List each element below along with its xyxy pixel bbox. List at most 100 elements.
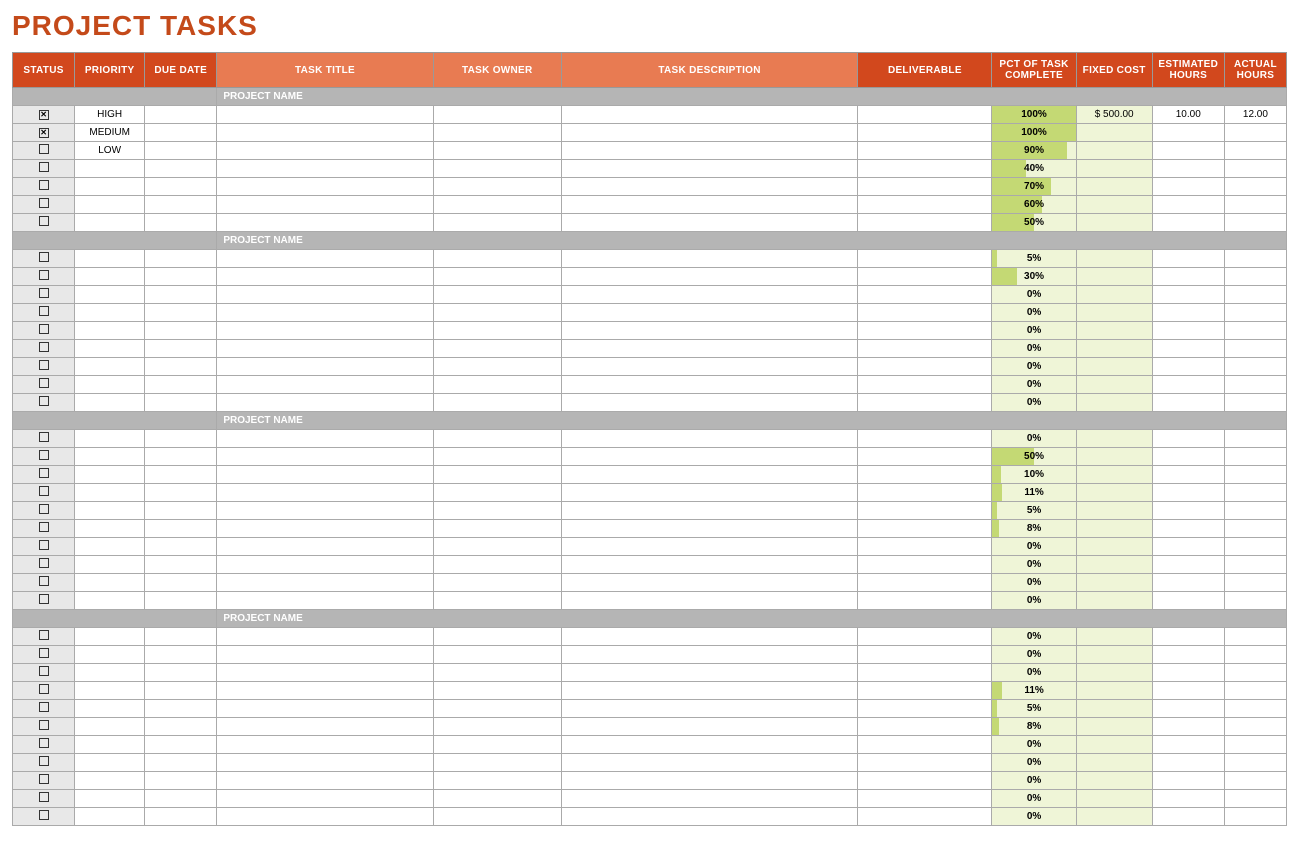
fixed-cost-cell[interactable] xyxy=(1076,754,1152,772)
task-owner-cell[interactable] xyxy=(433,736,561,754)
status-cell[interactable] xyxy=(13,214,75,232)
task-owner-cell[interactable] xyxy=(433,124,561,142)
status-cell[interactable] xyxy=(13,574,75,592)
fixed-cost-cell[interactable] xyxy=(1076,700,1152,718)
deliverable-cell[interactable] xyxy=(858,430,992,448)
checkbox-icon[interactable] xyxy=(39,522,49,532)
task-desc-cell[interactable] xyxy=(561,574,857,592)
deliverable-cell[interactable] xyxy=(858,502,992,520)
fixed-cost-cell[interactable] xyxy=(1076,196,1152,214)
act-hours-cell[interactable] xyxy=(1224,628,1286,646)
task-owner-cell[interactable] xyxy=(433,160,561,178)
task-owner-cell[interactable] xyxy=(433,574,561,592)
task-owner-cell[interactable] xyxy=(433,394,561,412)
deliverable-cell[interactable] xyxy=(858,682,992,700)
deliverable-cell[interactable] xyxy=(858,178,992,196)
pct-complete-cell[interactable]: 100% xyxy=(992,124,1076,142)
pct-complete-cell[interactable]: 0% xyxy=(992,664,1076,682)
task-owner-cell[interactable] xyxy=(433,718,561,736)
pct-complete-cell[interactable]: 0% xyxy=(992,322,1076,340)
due-date-cell[interactable] xyxy=(145,682,217,700)
due-date-cell[interactable] xyxy=(145,448,217,466)
task-title-cell[interactable] xyxy=(217,664,433,682)
act-hours-cell[interactable] xyxy=(1224,754,1286,772)
checkbox-icon[interactable] xyxy=(39,774,49,784)
deliverable-cell[interactable] xyxy=(858,214,992,232)
pct-complete-cell[interactable]: 0% xyxy=(992,808,1076,826)
status-cell[interactable] xyxy=(13,376,75,394)
checkbox-icon[interactable] xyxy=(39,558,49,568)
fixed-cost-cell[interactable] xyxy=(1076,124,1152,142)
priority-cell[interactable] xyxy=(75,790,145,808)
task-title-cell[interactable] xyxy=(217,718,433,736)
priority-cell[interactable]: HIGH xyxy=(75,106,145,124)
pct-complete-cell[interactable]: 8% xyxy=(992,520,1076,538)
priority-cell[interactable] xyxy=(75,358,145,376)
status-cell[interactable] xyxy=(13,700,75,718)
task-owner-cell[interactable] xyxy=(433,358,561,376)
fixed-cost-cell[interactable] xyxy=(1076,502,1152,520)
task-title-cell[interactable] xyxy=(217,520,433,538)
pct-complete-cell[interactable]: 0% xyxy=(992,538,1076,556)
task-title-cell[interactable] xyxy=(217,376,433,394)
checkbox-icon[interactable] xyxy=(39,378,49,388)
checkbox-icon[interactable] xyxy=(39,504,49,514)
priority-cell[interactable] xyxy=(75,646,145,664)
priority-cell[interactable] xyxy=(75,250,145,268)
checkbox-icon[interactable] xyxy=(39,324,49,334)
due-date-cell[interactable] xyxy=(145,430,217,448)
task-owner-cell[interactable] xyxy=(433,538,561,556)
status-cell[interactable] xyxy=(13,772,75,790)
pct-complete-cell[interactable]: 60% xyxy=(992,196,1076,214)
checkbox-icon[interactable] xyxy=(39,216,49,226)
act-hours-cell[interactable] xyxy=(1224,268,1286,286)
task-title-cell[interactable] xyxy=(217,772,433,790)
fixed-cost-cell[interactable] xyxy=(1076,304,1152,322)
est-hours-cell[interactable] xyxy=(1152,718,1224,736)
est-hours-cell[interactable] xyxy=(1152,268,1224,286)
est-hours-cell[interactable] xyxy=(1152,520,1224,538)
pct-complete-cell[interactable]: 0% xyxy=(992,376,1076,394)
fixed-cost-cell[interactable] xyxy=(1076,664,1152,682)
act-hours-cell[interactable] xyxy=(1224,340,1286,358)
task-desc-cell[interactable] xyxy=(561,772,857,790)
est-hours-cell[interactable] xyxy=(1152,160,1224,178)
status-cell[interactable] xyxy=(13,502,75,520)
status-cell[interactable] xyxy=(13,160,75,178)
est-hours-cell[interactable] xyxy=(1152,178,1224,196)
due-date-cell[interactable] xyxy=(145,214,217,232)
act-hours-cell[interactable] xyxy=(1224,646,1286,664)
priority-cell[interactable] xyxy=(75,556,145,574)
fixed-cost-cell[interactable] xyxy=(1076,268,1152,286)
due-date-cell[interactable] xyxy=(145,538,217,556)
checkbox-icon[interactable] xyxy=(39,756,49,766)
priority-cell[interactable] xyxy=(75,682,145,700)
act-hours-cell[interactable] xyxy=(1224,322,1286,340)
checkbox-icon[interactable] xyxy=(39,306,49,316)
status-cell[interactable] xyxy=(13,304,75,322)
task-title-cell[interactable] xyxy=(217,682,433,700)
task-desc-cell[interactable] xyxy=(561,646,857,664)
task-owner-cell[interactable] xyxy=(433,214,561,232)
checkbox-icon[interactable] xyxy=(39,162,49,172)
status-cell[interactable] xyxy=(13,142,75,160)
fixed-cost-cell[interactable] xyxy=(1076,214,1152,232)
est-hours-cell[interactable] xyxy=(1152,430,1224,448)
due-date-cell[interactable] xyxy=(145,484,217,502)
priority-cell[interactable] xyxy=(75,304,145,322)
priority-cell[interactable] xyxy=(75,466,145,484)
priority-cell[interactable] xyxy=(75,772,145,790)
pct-complete-cell[interactable]: 30% xyxy=(992,268,1076,286)
fixed-cost-cell[interactable]: $ 500.00 xyxy=(1076,106,1152,124)
checkbox-icon[interactable] xyxy=(39,396,49,406)
est-hours-cell[interactable] xyxy=(1152,340,1224,358)
task-title-cell[interactable] xyxy=(217,286,433,304)
due-date-cell[interactable] xyxy=(145,772,217,790)
task-title-cell[interactable] xyxy=(217,448,433,466)
task-desc-cell[interactable] xyxy=(561,790,857,808)
pct-complete-cell[interactable]: 50% xyxy=(992,214,1076,232)
checkbox-icon[interactable] xyxy=(39,110,49,120)
status-cell[interactable] xyxy=(13,754,75,772)
task-desc-cell[interactable] xyxy=(561,718,857,736)
checkbox-icon[interactable] xyxy=(39,810,49,820)
